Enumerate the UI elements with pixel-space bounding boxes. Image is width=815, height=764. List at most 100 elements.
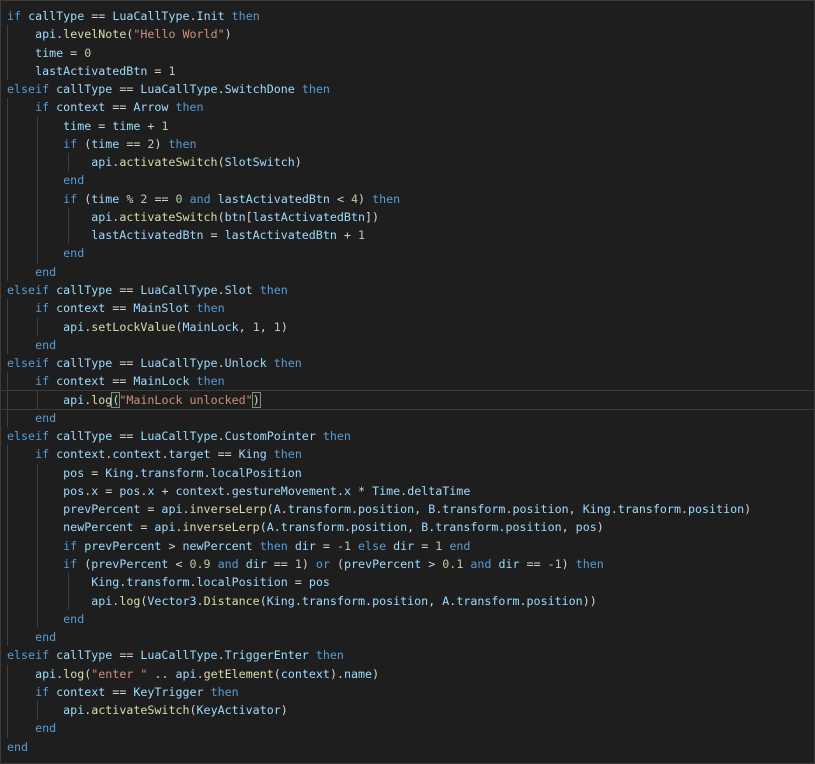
- code-line[interactable]: api.activateSwitch(SlotSwitch): [1, 153, 814, 172]
- code-line[interactable]: if context == KeyTrigger then: [1, 682, 814, 702]
- code-token: then: [315, 648, 344, 663]
- code-line[interactable]: elseif callType == LuaCallType.SwitchDon…: [1, 80, 814, 98]
- code-token: =: [315, 538, 337, 553]
- code-token: ): [154, 136, 169, 151]
- code-line[interactable]: if (prevPercent < 0.9 and dir == 1) or (…: [1, 554, 814, 574]
- code-token: ==: [84, 9, 113, 23]
- code-line[interactable]: time = 0: [1, 43, 814, 62]
- code-line[interactable]: newPercent = api.inverseLerp(A.transform…: [1, 518, 814, 537]
- code-token: (: [189, 703, 197, 718]
- code-line[interactable]: end: [1, 719, 814, 738]
- indent-guide: [7, 299, 8, 318]
- code-token: 1: [252, 319, 260, 334]
- code-token: 1: [357, 228, 365, 243]
- code-token: 0.9: [189, 556, 211, 571]
- code-line[interactable]: end: [1, 171, 814, 190]
- code-token: pos: [308, 575, 330, 590]
- indent-guide: [7, 244, 8, 263]
- code-token: prevPercent: [63, 502, 141, 517]
- code-line[interactable]: King.transform.localPosition = pos: [1, 573, 814, 592]
- code-token: end: [35, 721, 57, 736]
- code-line[interactable]: api.log(Vector3.Distance(King.transform.…: [1, 591, 814, 610]
- code-token: api: [35, 27, 57, 42]
- code-line[interactable]: end: [1, 609, 814, 629]
- code-line[interactable]: end: [1, 628, 814, 647]
- code-token: >: [161, 538, 183, 553]
- code-line[interactable]: end: [1, 244, 814, 263]
- code-lines[interactable]: if callType == LuaCallType.Init then api…: [1, 7, 814, 756]
- code-token: (: [266, 502, 274, 517]
- code-line[interactable]: pos.x = pos.x + context.gestureMovement.…: [1, 481, 814, 501]
- code-line[interactable]: elseif callType == LuaCallType.Slot then: [1, 281, 814, 299]
- code-token: position: [351, 520, 408, 535]
- code-token: ==: [105, 684, 134, 699]
- code-token: (: [259, 520, 267, 535]
- code-token: activateSwitch: [91, 703, 190, 718]
- code-line[interactable]: api.activateSwitch(KeyActivator): [1, 701, 814, 720]
- code-token: lastActivatedBtn: [252, 209, 365, 224]
- code-token: .: [224, 483, 232, 498]
- code-line[interactable]: api.log("MainLock unlocked"): [1, 389, 814, 410]
- code-line[interactable]: end: [1, 738, 814, 756]
- code-token: end: [7, 739, 29, 754]
- code-token: ==: [147, 191, 176, 206]
- code-line[interactable]: lastActivatedBtn = 1: [1, 61, 814, 81]
- code-token: ): [280, 703, 288, 718]
- code-token: if: [35, 374, 50, 389]
- code-token: SlotSwitch: [224, 155, 295, 170]
- code-token: inverseLerp: [182, 520, 260, 535]
- code-token: time: [91, 136, 120, 151]
- code-token: pos: [63, 483, 85, 498]
- code-line[interactable]: if prevPercent > newPercent then dir = -…: [1, 536, 814, 555]
- indent-guide: [37, 609, 39, 629]
- code-line[interactable]: end: [1, 335, 814, 355]
- code-token: then: [175, 100, 204, 115]
- code-line[interactable]: elseif callType == LuaCallType.TriggerEn…: [1, 646, 814, 664]
- code-token: end: [63, 246, 85, 261]
- indent-guide: [37, 171, 39, 190]
- code-line[interactable]: api.levelNote("Hello World"): [1, 25, 814, 44]
- code-line[interactable]: time = time + 1: [1, 116, 814, 135]
- code-line[interactable]: if context == MainLock then: [1, 372, 814, 391]
- code-token: 1: [168, 63, 176, 78]
- code-line[interactable]: lastActivatedBtn = lastActivatedBtn + 1: [1, 226, 814, 245]
- code-token: 0: [175, 191, 183, 206]
- code-token: setLockValue: [91, 319, 176, 334]
- code-line[interactable]: if (time % 2 == 0 and lastActivatedBtn <…: [1, 189, 814, 208]
- indent-guide: [7, 682, 8, 702]
- indent-guide: [7, 226, 8, 245]
- code-line[interactable]: api.setLockValue(MainLock, 1, 1): [1, 317, 814, 336]
- code-line[interactable]: if context == Arrow then: [1, 98, 814, 117]
- code-line[interactable]: end: [1, 262, 814, 281]
- indent-guide: [7, 591, 8, 610]
- code-token: if: [7, 9, 22, 23]
- code-line[interactable]: api.activateSwitch(btn[lastActivatedBtn]…: [1, 207, 814, 227]
- code-line[interactable]: if (time == 2) then: [1, 134, 814, 154]
- code-line[interactable]: elseif callType == LuaCallType.Unlock th…: [1, 354, 814, 372]
- code-token: 0.1: [442, 556, 464, 571]
- code-line[interactable]: prevPercent = api.inverseLerp(A.transfor…: [1, 500, 814, 519]
- code-line[interactable]: if context.context.target == King then: [1, 445, 814, 464]
- code-token: then: [301, 82, 330, 97]
- code-line[interactable]: pos = King.transform.localPosition: [1, 463, 814, 482]
- code-token: (: [175, 319, 183, 334]
- code-line[interactable]: if context == MainSlot then: [1, 299, 814, 318]
- code-line[interactable]: if callType == LuaCallType.Init then: [1, 7, 814, 25]
- code-token: (: [77, 191, 92, 206]
- code-line[interactable]: elseif callType == LuaCallType.CustomPoi…: [1, 427, 814, 445]
- code-token: lastActivatedBtn: [91, 228, 204, 243]
- code-token: =: [63, 45, 85, 60]
- code-editor[interactable]: if callType == LuaCallType.Init then api…: [0, 0, 815, 764]
- code-token: +: [336, 228, 358, 243]
- code-token: <: [168, 556, 190, 571]
- code-token: context: [112, 447, 162, 462]
- code-line[interactable]: api.log("enter " .. api.getElement(conte…: [1, 664, 814, 683]
- code-line[interactable]: end: [1, 408, 814, 428]
